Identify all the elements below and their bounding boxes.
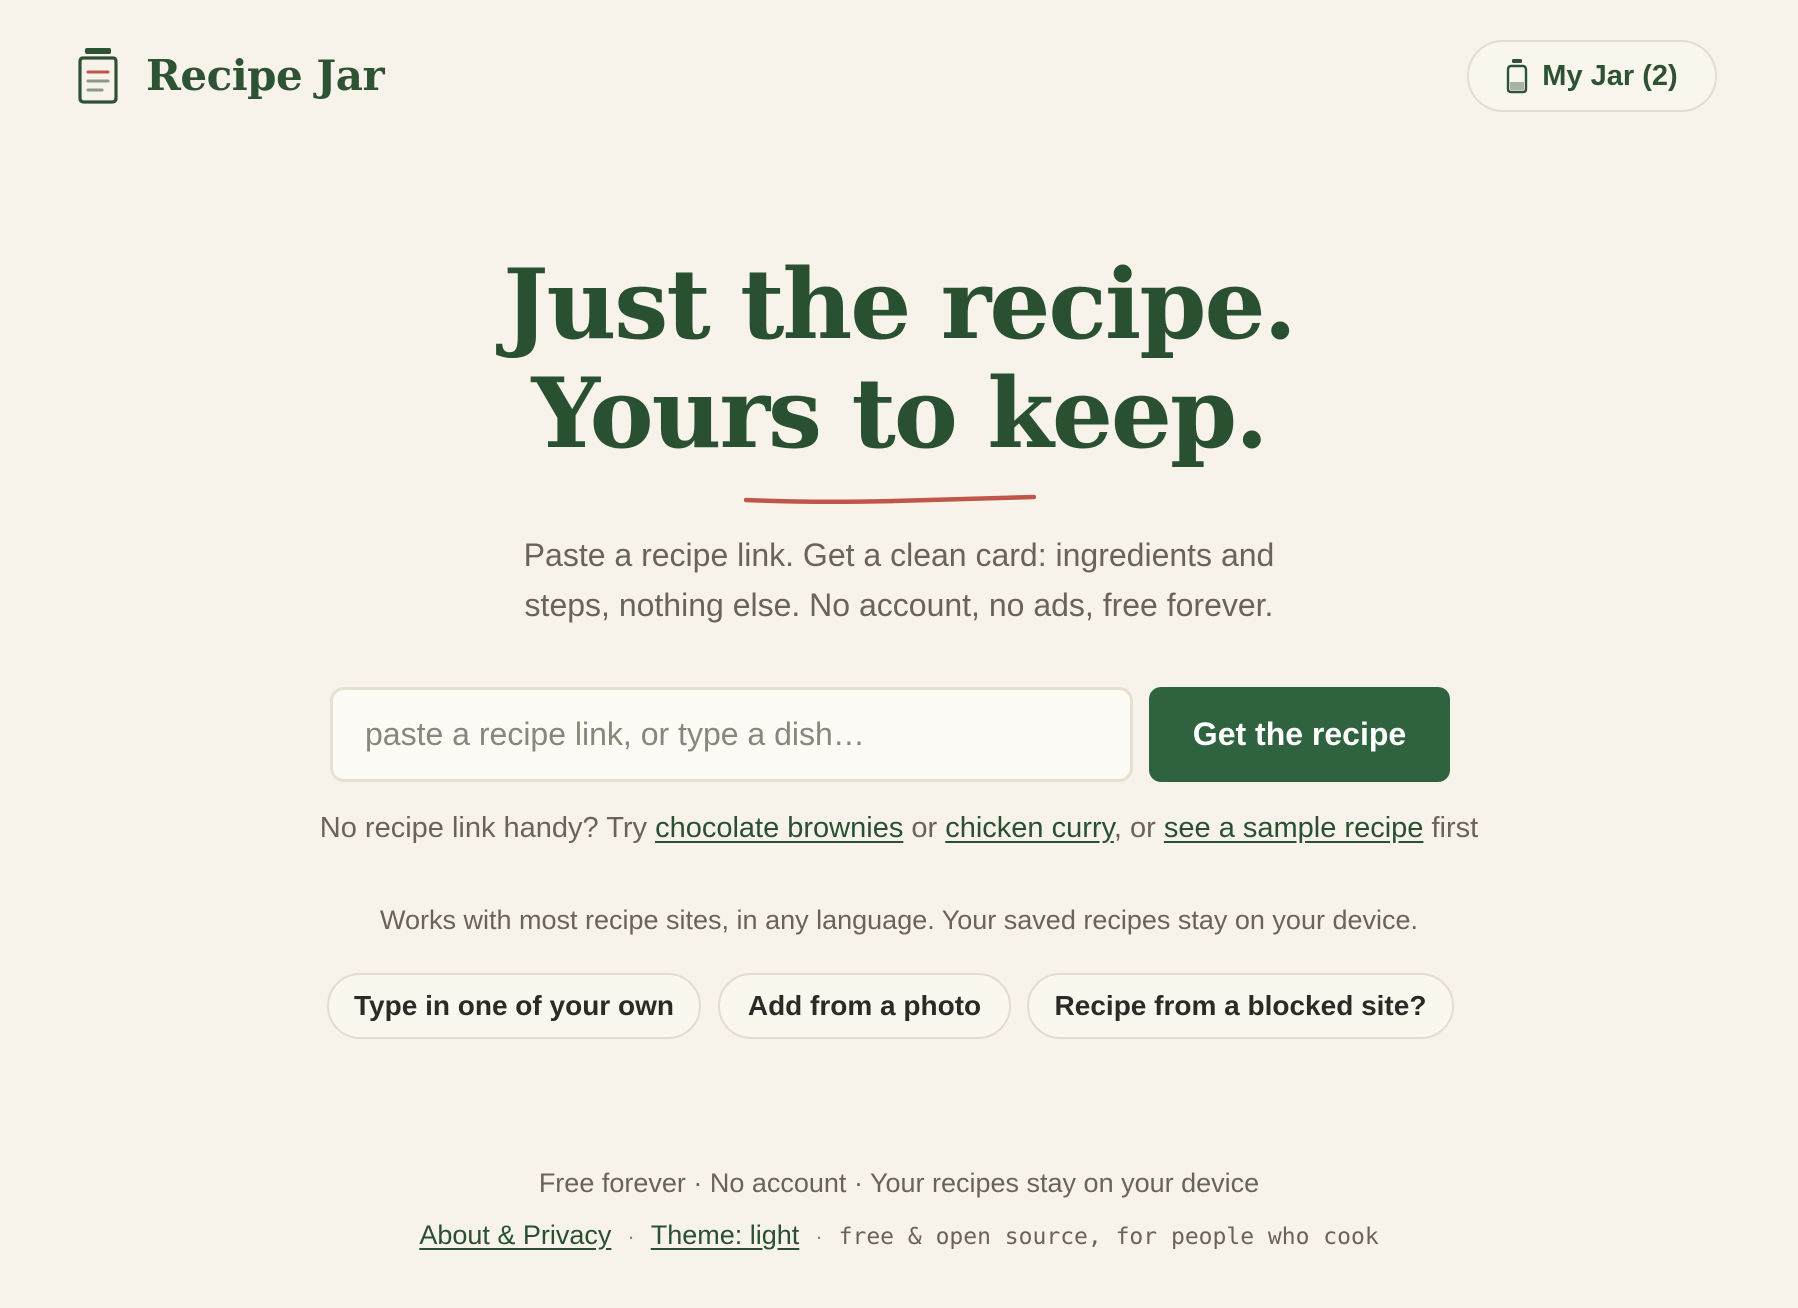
site-header: Recipe Jar My Jar (2) — [0, 0, 1798, 152]
footer-separator: · — [627, 1224, 635, 1249]
try-prefix: No recipe link handy? Try — [319, 812, 656, 844]
page: Recipe Jar My Jar (2) Just the recipe. Y… — [0, 0, 1798, 1308]
my-jar-label: My Jar (2) — [1542, 59, 1678, 92]
jar-icon — [1507, 59, 1528, 94]
sample-recipe-link[interactable]: see a sample recipe — [1164, 812, 1424, 844]
footer-tagline: Free forever · No account · Your recipes… — [538, 1168, 1260, 1198]
hero-subtitle: Paste a recipe link. Get a clean card: i… — [449, 530, 1349, 630]
try-suggestions: No recipe link handy? Try chocolate brow… — [0, 812, 1798, 845]
footer-links: About & Privacy · Theme: light · free & … — [0, 1220, 1798, 1251]
try-separator-1: or — [903, 812, 946, 844]
chocolate-brownies-link[interactable]: chocolate brownies — [655, 812, 903, 844]
brand-logo-link[interactable]: Recipe Jar — [76, 46, 385, 104]
jar-icon — [78, 48, 118, 104]
hero-underline-decoration — [744, 494, 1036, 505]
chicken-curry-link[interactable]: chicken curry — [945, 812, 1114, 844]
hero-subtitle-line-2: steps, nothing else. No account, no ads,… — [524, 587, 1274, 623]
hero-title: Just the recipe. Yours to keep. — [0, 250, 1798, 468]
get-recipe-button[interactable]: Get the recipe — [1149, 687, 1450, 782]
hero-title-line-2: Yours to keep. — [531, 357, 1268, 470]
works-info-text: Works with most recipe sites, in any lan… — [379, 905, 1419, 935]
blocked-site-button[interactable]: Recipe from a blocked site? — [1027, 973, 1454, 1039]
about-privacy-link[interactable]: About & Privacy — [419, 1220, 611, 1251]
type-own-recipe-button[interactable]: Type in one of your own — [327, 973, 701, 1039]
recipe-search-input[interactable] — [330, 687, 1133, 782]
theme-toggle-link[interactable]: Theme: light — [651, 1220, 800, 1251]
hero-subtitle-line-1: Paste a recipe link. Get a clean card: i… — [523, 537, 1275, 573]
hero-title-line-1: Just the recipe. — [503, 248, 1297, 361]
footer-separator: · — [815, 1224, 823, 1249]
try-separator-2: , or — [1113, 812, 1164, 844]
open-source-note: free & open source, for people who cook — [838, 1224, 1379, 1250]
try-suffix: first — [1423, 812, 1479, 844]
my-jar-button[interactable]: My Jar (2) — [1467, 40, 1717, 112]
brand-name: Recipe Jar — [146, 50, 385, 100]
add-from-photo-button[interactable]: Add from a photo — [718, 973, 1011, 1039]
